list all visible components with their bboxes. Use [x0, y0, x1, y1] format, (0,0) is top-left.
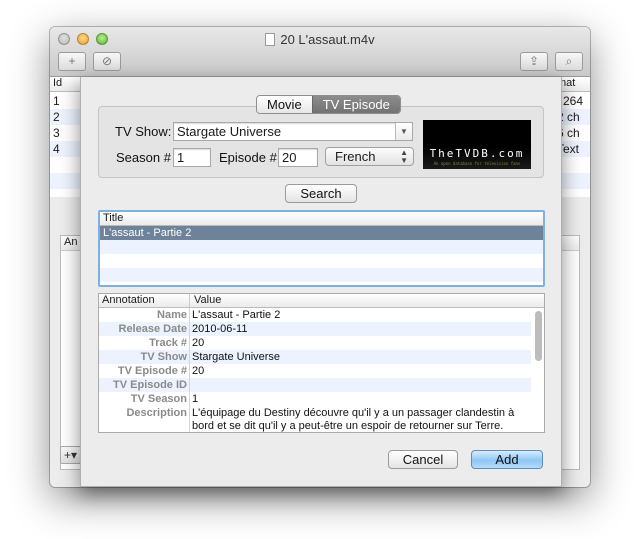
metadata-table-header: Annotation Value [99, 294, 544, 308]
search-metadata-button[interactable]: ⌕ [555, 52, 583, 71]
metadata-value: 2010-06-11 [192, 323, 248, 335]
column-divider [189, 308, 190, 432]
language-popup[interactable]: French ▲ ▼ [325, 147, 414, 166]
tv-show-value: Stargate Universe [177, 124, 282, 139]
window-title: 20 L'assaut.m4v [50, 32, 590, 47]
share-button[interactable]: ⇪ [520, 52, 548, 71]
metadata-key: TV Show [140, 351, 187, 363]
metadata-key: Release Date [118, 323, 188, 335]
logo-text: TheTVDB.com [429, 147, 525, 160]
metadata-value: 20 [192, 337, 205, 349]
value-column-header[interactable]: Value [189, 294, 221, 307]
season-field[interactable]: 1 [173, 148, 211, 167]
metadata-row[interactable]: Track # 20 [99, 336, 531, 350]
add-annotation-button[interactable]: +▾ [60, 446, 82, 464]
season-label: Season # [116, 150, 171, 165]
metadata-key: Name [157, 309, 187, 321]
logo-subtext: An open database for television fans [433, 161, 521, 166]
result-row-empty [100, 254, 543, 268]
metadata-value: 20 [192, 365, 205, 377]
metadata-value: L'équipage du Destiny découvre qu'il y a… [192, 407, 515, 432]
metadata-value: Stargate Universe [192, 351, 281, 363]
media-kind-segmented-control: Movie TV Episode [256, 95, 401, 114]
search-button[interactable]: Search [285, 184, 357, 203]
metadata-row[interactable]: Release Date 2010-06-11 [99, 322, 531, 336]
tv-show-combobox[interactable]: Stargate Universe ▼ [173, 122, 413, 141]
share-icon: ⇪ [528, 54, 540, 68]
metadata-row[interactable]: Description L'équipage du Destiny découv… [99, 406, 531, 432]
title-column-header[interactable]: Title [100, 212, 543, 226]
updown-arrows-icon: ▲ ▼ [400, 148, 408, 165]
metadata-row[interactable]: TV Show Stargate Universe [99, 350, 531, 364]
metadata-table: Annotation Value Name L'assaut - Partie … [98, 293, 545, 433]
prohibit-icon: ⊘ [101, 54, 113, 68]
search-results-table: Title L'assaut - Partie 2 [98, 210, 545, 287]
metadata-key: Description [126, 407, 187, 419]
metadata-row[interactable]: TV Episode ID [99, 378, 531, 392]
magnifier-icon: ⌕ [565, 54, 573, 68]
metadata-key: TV Season [130, 393, 187, 405]
segment-tv-episode[interactable]: TV Episode [311, 96, 400, 113]
combo-dropdown-icon[interactable]: ▼ [395, 123, 412, 140]
result-row[interactable]: L'assaut - Partie 2 [100, 226, 543, 240]
result-row-empty [100, 268, 543, 282]
metadata-row[interactable]: TV Episode # 20 [99, 364, 531, 378]
cancel-button[interactable]: Cancel [388, 450, 458, 469]
window-title-text: 20 L'assaut.m4v [280, 32, 375, 47]
segment-movie[interactable]: Movie [257, 96, 312, 113]
thetvdb-logo: TheTVDB.com An open database for televis… [423, 120, 531, 169]
episode-field[interactable]: 20 [278, 148, 318, 167]
add-track-button[interactable]: + [58, 52, 86, 71]
episode-label: Episode # [219, 150, 277, 165]
metadata-value: L'assaut - Partie 2 [192, 309, 281, 321]
annotation-column-header[interactable]: Annotation [102, 294, 155, 307]
metadata-key: Track # [149, 337, 187, 349]
tv-show-label: TV Show: [115, 124, 172, 139]
metadata-value [192, 378, 529, 379]
document-icon [265, 33, 276, 46]
metadata-key: TV Episode ID [113, 379, 187, 391]
metadata-row[interactable]: TV Season 1 [99, 392, 531, 406]
result-row-empty [100, 240, 543, 254]
remove-track-button[interactable]: ⊘ [93, 52, 121, 71]
language-value: French [335, 149, 376, 164]
metadata-row[interactable]: Name L'assaut - Partie 2 [99, 308, 531, 322]
metadata-search-sheet: Movie TV Episode TV Show: Stargate Unive… [80, 77, 562, 487]
metadata-scrollbar[interactable] [535, 311, 542, 361]
plus-icon: + [68, 54, 76, 68]
add-button[interactable]: Add [471, 450, 543, 469]
metadata-value: 1 [192, 393, 199, 405]
metadata-key: TV Episode # [117, 365, 187, 377]
title-bar: 20 L'assaut.m4v + ⊘ ⇪ ⌕ [50, 27, 590, 77]
